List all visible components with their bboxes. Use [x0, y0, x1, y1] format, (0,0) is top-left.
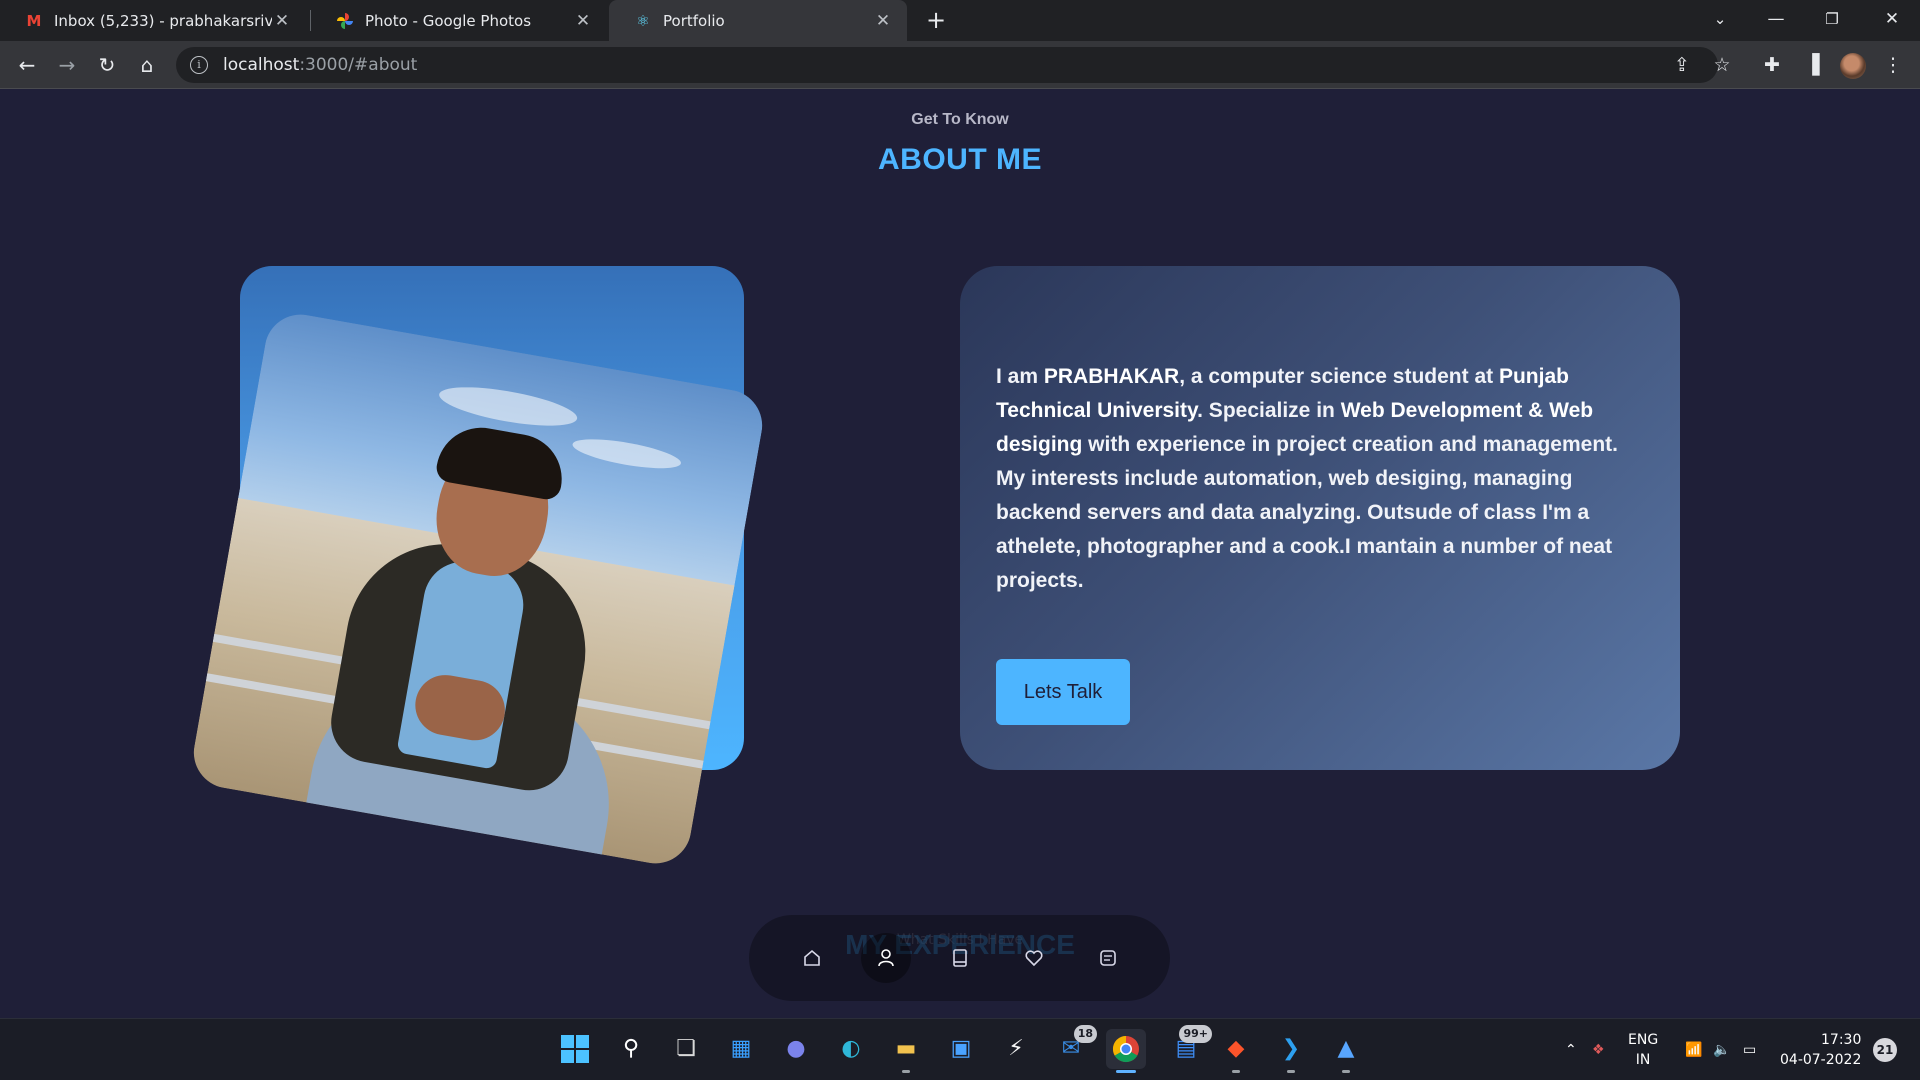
photos-icon[interactable]: ▲ — [1326, 1029, 1366, 1073]
windows-taskbar: ⚲ ❏ ▦ ● ◐ ▬ ▣ ⚡ ✉ 18 ▤ 99+ ◆ ❯ ▲ ⌃ ❖ ENG I… — [0, 1018, 1920, 1080]
message-icon[interactable] — [1083, 933, 1133, 983]
notification-count: 21 — [1873, 1038, 1897, 1062]
bio-name: PRABHAKAR — [1043, 365, 1180, 388]
url-path: :3000/#about — [299, 55, 418, 75]
teams-chat-icon[interactable]: ● — [776, 1029, 816, 1069]
section-kicker: Get To Know — [911, 111, 1009, 128]
menu-kebab-icon[interactable]: ⋮ — [1878, 50, 1908, 80]
windows-start-icon[interactable] — [555, 1029, 595, 1069]
new-tab-button[interactable]: + — [922, 6, 950, 34]
volume-icon[interactable]: 🔈 — [1713, 1019, 1730, 1080]
tab-title: Inbox (5,233) - prabhakarsrivasta — [54, 11, 272, 30]
widgets-icon[interactable]: ▦ — [721, 1029, 761, 1069]
services-icon[interactable] — [1009, 933, 1059, 983]
browser-toolbar: ← → ↻ ⌂ i localhost:3000/#about ⇪ ☆ ✚ ▐ … — [0, 41, 1920, 89]
wifi-icon[interactable]: 📶 — [1685, 1019, 1702, 1080]
window-close-button[interactable]: ✕ — [1864, 0, 1920, 41]
react-icon: ⚛ — [636, 11, 650, 30]
minimize-button[interactable]: — — [1748, 0, 1804, 41]
about-bio: I am PRABHAKAR, a computer science stude… — [996, 365, 1618, 592]
section-title: ABOUT ME — [878, 143, 1042, 176]
tray-app-icon[interactable]: ❖ — [1592, 1019, 1605, 1080]
task-view-icon[interactable]: ❏ — [666, 1029, 706, 1069]
battery-icon[interactable]: ▭ — [1743, 1019, 1756, 1080]
microsoft-store-icon[interactable]: ▣ — [941, 1029, 981, 1069]
url-host: localhost — [223, 55, 300, 75]
close-icon[interactable]: ✕ — [873, 11, 893, 31]
site-info-icon[interactable]: i — [190, 56, 208, 74]
search-icon[interactable]: ⚲ — [611, 1029, 651, 1069]
close-icon[interactable]: ✕ — [573, 11, 593, 31]
home-icon[interactable]: ⌂ — [132, 50, 162, 80]
chrome-icon[interactable] — [1106, 1029, 1146, 1073]
portfolio-page: Get To Know ABOUT ME I am PRABHAKAR, a c… — [0, 89, 1920, 1018]
user-icon[interactable] — [861, 933, 911, 983]
side-panel-icon[interactable]: ▐ — [1797, 50, 1827, 80]
extensions-puzzle-icon[interactable]: ✚ — [1757, 50, 1787, 80]
home-icon[interactable] — [787, 933, 837, 983]
tab-search-icon[interactable]: ⌄ — [1692, 0, 1748, 41]
tab-gmail[interactable]: M Inbox (5,233) - prabhakarsrivasta ✕ — [0, 0, 306, 41]
share-icon[interactable]: ⇪ — [1667, 50, 1697, 80]
back-arrow-icon[interactable]: ← — [12, 50, 42, 80]
restore-button[interactable]: ❐ — [1804, 0, 1860, 41]
tab-title: Portfolio — [663, 11, 725, 30]
edge-icon[interactable]: ◐ — [831, 1029, 871, 1069]
tab-title: Photo - Google Photos — [365, 11, 532, 30]
brave-icon[interactable]: ◆ — [1216, 1029, 1256, 1073]
app-icon[interactable]: ⚡ — [996, 1029, 1036, 1069]
show-hidden-icons-chevron[interactable]: ⌃ — [1565, 1019, 1577, 1080]
address-bar[interactable]: i localhost:3000/#about — [176, 47, 1718, 83]
lets-talk-button[interactable]: Lets Talk — [996, 659, 1130, 725]
profile-avatar[interactable] — [1840, 53, 1866, 79]
mail-badge: 18 — [1073, 1025, 1097, 1043]
bookmark-star-icon[interactable]: ☆ — [1707, 50, 1737, 80]
file-explorer-icon[interactable]: ▬ — [886, 1029, 926, 1073]
reload-icon[interactable]: ↻ — [92, 50, 122, 80]
vscode-icon[interactable]: ❯ — [1271, 1029, 1311, 1073]
language-indicator[interactable]: ENG IN — [1628, 1019, 1658, 1080]
google-photos-icon — [335, 11, 355, 31]
clock[interactable]: 17:30 04-07-2022 — [1780, 1019, 1861, 1080]
floating-nav — [749, 915, 1170, 1001]
mail-icon[interactable]: ✉ 18 — [1051, 1025, 1097, 1069]
forward-arrow-icon[interactable]: → — [52, 50, 82, 80]
gmail-icon: M — [26, 11, 42, 30]
close-icon[interactable]: ✕ — [272, 11, 292, 31]
tab-google-photos[interactable]: Photo - Google Photos ✕ — [311, 0, 607, 41]
book-icon[interactable] — [935, 933, 985, 983]
profile-photo — [188, 308, 768, 870]
outlook-icon[interactable]: ▤ 99+ — [1166, 1025, 1212, 1069]
tab-portfolio[interactable]: ⚛ Portfolio ✕ — [609, 0, 907, 41]
browser-tab-strip: M Inbox (5,233) - prabhakarsrivasta ✕ Ph… — [0, 0, 1920, 41]
notification-center[interactable]: 21 — [1873, 1019, 1897, 1080]
outlook-badge: 99+ — [1179, 1025, 1212, 1043]
about-card: I am PRABHAKAR, a computer science stude… — [960, 266, 1680, 770]
